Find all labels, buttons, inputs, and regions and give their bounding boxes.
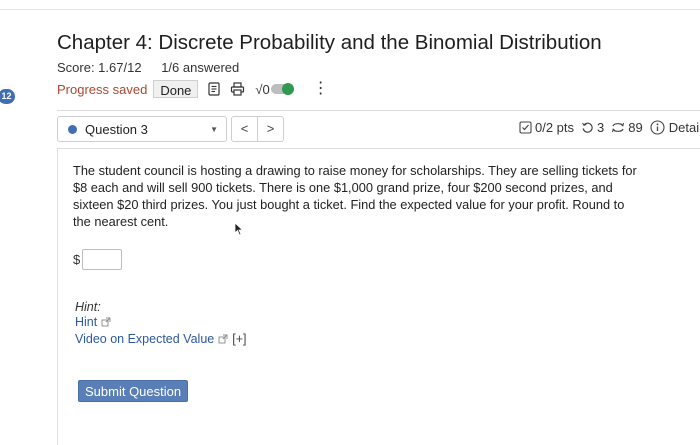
external-link-icon	[101, 317, 111, 327]
toolbar: Progress saved Done √0 ⋮	[57, 79, 329, 99]
notes-icon[interactable]	[207, 82, 221, 96]
hint-link-label: Hint	[75, 315, 98, 329]
question-select[interactable]: Question 3 ▼	[57, 116, 227, 142]
question-stats: 0/2 pts 3 89 Detai	[519, 120, 699, 135]
details-label: Detai	[668, 120, 700, 135]
hint-link[interactable]: Hint	[75, 315, 111, 329]
details-button[interactable]: Detai	[650, 120, 699, 135]
toggle-knob	[281, 83, 294, 95]
page-title: Chapter 4: Discrete Probability and the …	[57, 31, 602, 54]
checkbox-icon	[519, 121, 532, 134]
header-divider	[57, 110, 700, 111]
kebab-menu-icon[interactable]: ⋮	[313, 81, 329, 97]
attempts-group: 3	[581, 120, 604, 135]
attempts-count: 3	[597, 120, 605, 135]
answer-input[interactable]	[82, 249, 123, 270]
mouse-cursor-icon	[234, 222, 244, 236]
score-text: Score: 1.67/12	[57, 60, 142, 75]
video-row: Video on Expected Value [+]	[75, 332, 246, 346]
currency-symbol: $	[73, 252, 81, 267]
question-status-dot	[68, 124, 77, 134]
question-text: The student council is hosting a drawing…	[73, 163, 637, 229]
submissions-icon	[612, 122, 625, 133]
points-text: 0/2 pts	[535, 120, 575, 135]
question-count-badge[interactable]: 12	[0, 89, 15, 104]
score-line: Score: 1.67/12 1/6 answered	[57, 60, 239, 75]
progress-status: Progress saved	[57, 81, 148, 97]
previous-question-button[interactable]: <	[231, 116, 258, 142]
sqrt-icon[interactable]: √0	[255, 82, 269, 97]
points-group: 0/2 pts	[519, 120, 574, 135]
video-link[interactable]: Video on Expected Value	[75, 332, 214, 346]
submit-question-button[interactable]: Submit Question	[78, 380, 189, 402]
submissions-count: 89	[628, 120, 643, 135]
info-icon	[650, 120, 665, 135]
print-icon[interactable]	[230, 82, 245, 96]
done-button[interactable]: Done	[153, 80, 199, 98]
answered-count: 1/6 answered	[161, 60, 240, 75]
external-link-icon	[218, 334, 228, 344]
submissions-group: 89	[611, 120, 643, 135]
chevron-down-icon: ▼	[210, 124, 218, 134]
hint-heading: Hint:	[75, 300, 101, 314]
next-question-button[interactable]: >	[257, 116, 284, 142]
expand-video-button[interactable]: [+]	[232, 332, 246, 346]
answer-row: $	[73, 249, 123, 270]
retry-icon	[582, 122, 593, 133]
top-divider	[0, 9, 700, 10]
math-entry-toggle[interactable]	[270, 83, 294, 95]
question-select-label: Question 3	[85, 121, 148, 137]
